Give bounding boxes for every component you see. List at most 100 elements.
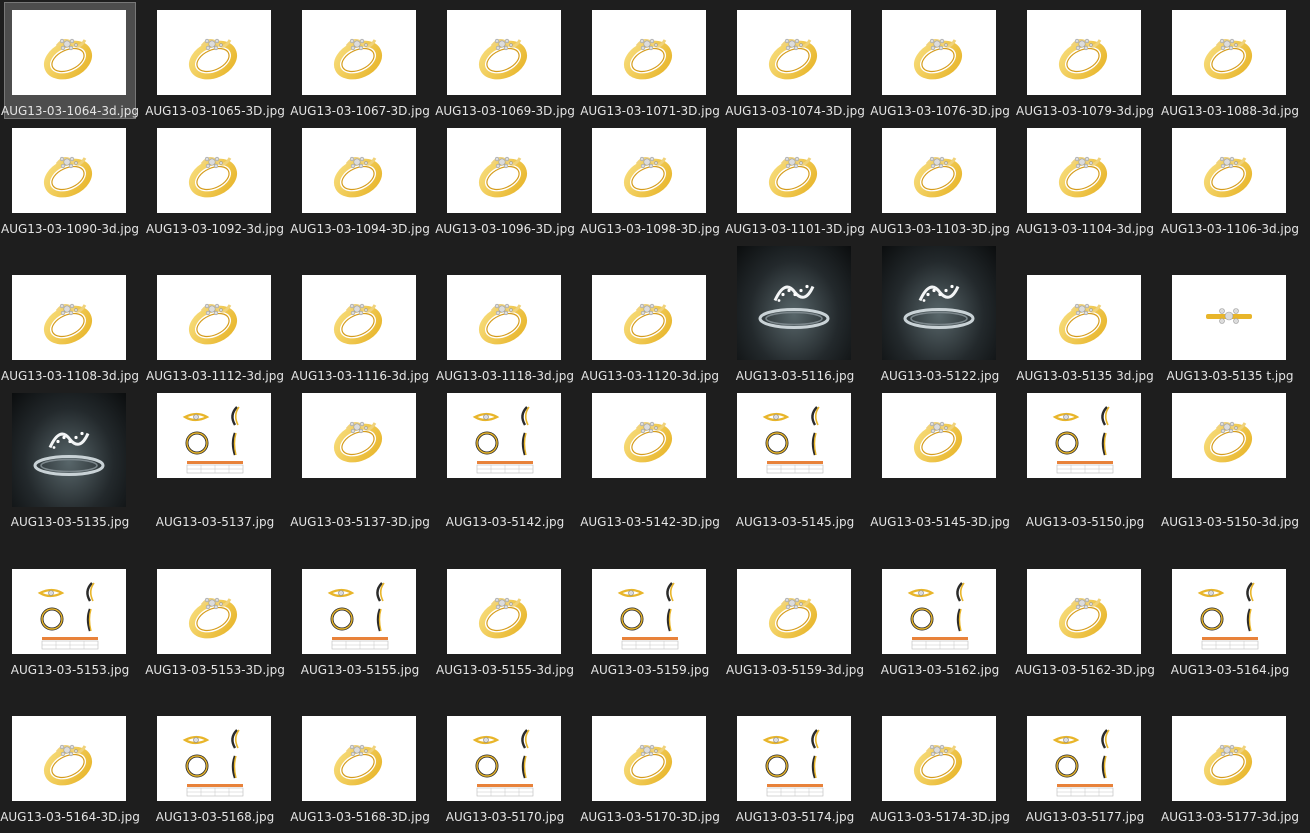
ring-thumbnail[interactable] [1172, 275, 1286, 360]
ring-thumbnail[interactable] [302, 275, 416, 360]
spec-sheet-thumbnail[interactable] [737, 393, 851, 478]
ring-thumbnail[interactable] [12, 275, 126, 360]
file-tile[interactable]: AUG13-03-1079-3d.jpg [1016, 3, 1154, 118]
file-tile[interactable]: AUG13-03-5177.jpg [1020, 709, 1150, 824]
ring-thumbnail[interactable] [1172, 10, 1286, 95]
ring-thumbnail[interactable] [302, 128, 416, 213]
spec-sheet-thumbnail[interactable] [1027, 393, 1141, 478]
file-tile[interactable]: AUG13-03-5116.jpg [730, 246, 860, 383]
ring-thumbnail[interactable] [882, 393, 996, 478]
file-tile[interactable]: AUG13-03-5150-3d.jpg [1161, 386, 1299, 531]
ring-thumbnail[interactable] [737, 10, 851, 95]
file-tile[interactable]: AUG13-03-1088-3d.jpg [1161, 3, 1299, 118]
file-tile[interactable]: AUG13-03-5170.jpg [440, 709, 570, 824]
file-tile[interactable]: AUG13-03-5159-3d.jpg [726, 562, 864, 677]
spec-sheet-thumbnail[interactable] [157, 716, 271, 801]
ring-thumbnail[interactable] [737, 128, 851, 213]
ring-thumbnail[interactable] [447, 275, 561, 360]
spec-sheet-thumbnail[interactable] [12, 569, 126, 654]
ring-thumbnail[interactable] [447, 128, 561, 213]
file-tile[interactable]: AUG13-03-5170-3D.jpg [580, 709, 720, 824]
ring-thumbnail[interactable] [592, 275, 706, 360]
ring-thumbnail[interactable] [592, 393, 706, 478]
file-tile[interactable]: AUG13-03-5164-3D.jpg [0, 709, 140, 824]
ring-thumbnail[interactable] [592, 10, 706, 95]
file-tile[interactable]: AUG13-03-1104-3d.jpg [1016, 121, 1154, 236]
file-tile[interactable]: AUG13-03-5162-3D.jpg [1015, 562, 1155, 677]
ring-thumbnail[interactable] [447, 569, 561, 654]
file-tile[interactable]: AUG13-03-1118-3d.jpg [436, 268, 574, 383]
spec-sheet-thumbnail[interactable] [592, 569, 706, 654]
ring-thumbnail[interactable] [882, 246, 996, 360]
file-tile[interactable]: AUG13-03-5153.jpg [5, 562, 135, 677]
ring-thumbnail[interactable] [157, 128, 271, 213]
file-tile[interactable]: AUG13-03-5135 3d.jpg [1016, 268, 1154, 383]
file-tile[interactable]: AUG13-03-5145.jpg [730, 386, 860, 531]
file-tile[interactable]: AUG13-03-1094-3D.jpg [290, 121, 430, 236]
ring-thumbnail[interactable] [12, 716, 126, 801]
ring-thumbnail[interactable] [882, 10, 996, 95]
file-tile[interactable]: AUG13-03-1065-3D.jpg [145, 3, 285, 118]
file-tile[interactable]: AUG13-03-1071-3D.jpg [580, 3, 720, 118]
file-tile[interactable]: AUG13-03-5122.jpg [875, 246, 1005, 383]
file-tile[interactable]: AUG13-03-5137-3D.jpg [290, 386, 430, 531]
ring-thumbnail[interactable] [1027, 128, 1141, 213]
file-tile[interactable]: AUG13-03-1096-3D.jpg [435, 121, 575, 236]
ring-thumbnail[interactable] [157, 275, 271, 360]
spec-sheet-thumbnail[interactable] [1027, 716, 1141, 801]
file-tile[interactable]: AUG13-03-5168.jpg [150, 709, 280, 824]
ring-thumbnail[interactable] [302, 393, 416, 478]
file-tile[interactable]: AUG13-03-1120-3d.jpg [581, 268, 719, 383]
file-tile[interactable]: AUG13-03-1090-3d.jpg [1, 121, 139, 236]
file-tile[interactable]: AUG13-03-1076-3D.jpg [870, 3, 1010, 118]
file-tile[interactable]: AUG13-03-5153-3D.jpg [145, 562, 285, 677]
file-tile[interactable]: AUG13-03-1101-3D.jpg [725, 121, 865, 236]
ring-thumbnail[interactable] [592, 128, 706, 213]
file-tile[interactable]: AUG13-03-5155-3d.jpg [436, 562, 574, 677]
ring-thumbnail[interactable] [882, 128, 996, 213]
file-tile[interactable]: AUG13-03-1067-3D.jpg [290, 3, 430, 118]
ring-thumbnail[interactable] [12, 10, 126, 95]
ring-thumbnail[interactable] [1172, 128, 1286, 213]
ring-thumbnail[interactable] [447, 10, 561, 95]
file-tile[interactable]: AUG13-03-1103-3D.jpg [870, 121, 1010, 236]
ring-thumbnail[interactable] [1027, 569, 1141, 654]
file-tile[interactable]: AUG13-03-1098-3D.jpg [580, 121, 720, 236]
file-tile[interactable]: AUG13-03-1106-3d.jpg [1161, 121, 1299, 236]
file-tile[interactable]: AUG13-03-1116-3d.jpg [291, 268, 429, 383]
ring-thumbnail[interactable] [157, 10, 271, 95]
file-tile[interactable]: AUG13-03-5177-3d.jpg [1161, 709, 1299, 824]
spec-sheet-thumbnail[interactable] [447, 393, 561, 478]
file-tile[interactable]: AUG13-03-1069-3D.jpg [435, 3, 575, 118]
ring-thumbnail[interactable] [302, 716, 416, 801]
file-tile[interactable]: AUG13-03-1064-3d.jpg [1, 2, 139, 119]
file-tile[interactable]: AUG13-03-5135 t.jpg [1165, 268, 1295, 383]
file-tile[interactable]: AUG13-03-5142-3D.jpg [580, 386, 720, 531]
ring-thumbnail[interactable] [157, 569, 271, 654]
spec-sheet-thumbnail[interactable] [447, 716, 561, 801]
file-tile[interactable]: AUG13-03-5159.jpg [585, 562, 715, 677]
ring-thumbnail[interactable] [882, 716, 996, 801]
file-tile[interactable]: AUG13-03-5150.jpg [1020, 386, 1150, 531]
ring-thumbnail[interactable] [1172, 393, 1286, 478]
file-tile[interactable]: AUG13-03-5135.jpg [5, 386, 135, 531]
spec-sheet-thumbnail[interactable] [157, 393, 271, 478]
spec-sheet-thumbnail[interactable] [1172, 569, 1286, 654]
file-tile[interactable]: AUG13-03-1074-3D.jpg [725, 3, 865, 118]
ring-thumbnail[interactable] [592, 716, 706, 801]
file-tile[interactable]: AUG13-03-5155.jpg [295, 562, 425, 677]
ring-thumbnail[interactable] [737, 569, 851, 654]
spec-sheet-thumbnail[interactable] [737, 716, 851, 801]
ring-thumbnail[interactable] [1027, 10, 1141, 95]
ring-thumbnail[interactable] [302, 10, 416, 95]
file-tile[interactable]: AUG13-03-5164.jpg [1165, 562, 1295, 677]
file-tile[interactable]: AUG13-03-5174-3D.jpg [870, 709, 1010, 824]
file-tile[interactable]: AUG13-03-5137.jpg [150, 386, 280, 531]
file-tile[interactable]: AUG13-03-5142.jpg [440, 386, 570, 531]
spec-sheet-thumbnail[interactable] [302, 569, 416, 654]
spec-sheet-thumbnail[interactable] [882, 569, 996, 654]
file-tile[interactable]: AUG13-03-5162.jpg [875, 562, 1005, 677]
ring-thumbnail[interactable] [1027, 275, 1141, 360]
file-tile[interactable]: AUG13-03-1092-3d.jpg [146, 121, 284, 236]
ring-thumbnail[interactable] [12, 128, 126, 213]
